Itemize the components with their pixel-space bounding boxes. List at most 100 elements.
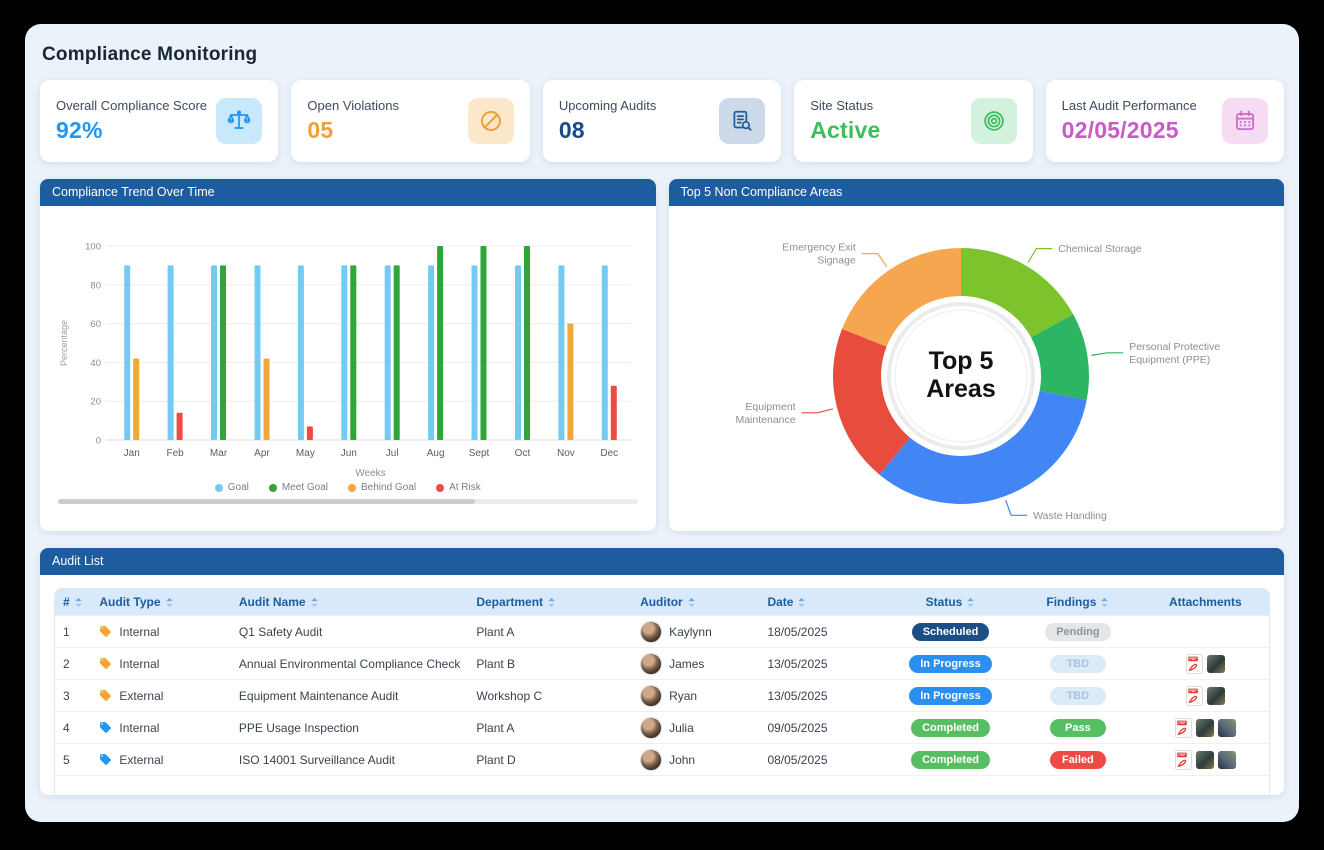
- bar-goal-feb: [168, 265, 174, 440]
- kpi-label: Site Status: [810, 98, 880, 113]
- cell-num: 3: [55, 680, 91, 712]
- cell-audit-type: External: [91, 680, 231, 712]
- legend-dot: [215, 484, 223, 492]
- tag-icon: [99, 689, 112, 702]
- trend-chart-legend: Goal Meet Goal Behind Goal At Risk: [52, 482, 644, 493]
- donut-label-line: [801, 409, 833, 413]
- cell-date: 13/05/2025: [759, 648, 886, 680]
- cell-attachments: PDF: [1142, 648, 1269, 680]
- column-header-status[interactable]: Status: [887, 589, 1014, 616]
- kpi-card-site-status: Site Status Active: [794, 80, 1032, 162]
- column-header-date[interactable]: Date: [759, 589, 886, 616]
- cell-num: 2: [55, 648, 91, 680]
- pdf-attachment-icon[interactable]: PDF: [1175, 718, 1192, 738]
- kpi-text: Site Status Active: [810, 98, 880, 144]
- kpi-label: Overall Compliance Score: [56, 98, 207, 113]
- sort-icon[interactable]: [1100, 597, 1109, 608]
- bar-goal-aug: [428, 265, 434, 440]
- bar-at-risk-dec: [611, 386, 617, 440]
- sort-icon[interactable]: [74, 597, 83, 608]
- legend-item-meet-goal[interactable]: Meet Goal: [269, 482, 328, 493]
- chart-scrollbar-thumb[interactable]: [58, 499, 475, 504]
- kpi-label: Last Audit Performance: [1062, 98, 1197, 113]
- photo-attachment-thumbnail[interactable]: [1196, 719, 1214, 737]
- photo-attachment-thumbnail[interactable]: [1207, 687, 1225, 705]
- kpi-card-open-violations: Open Violations05: [291, 80, 529, 162]
- audit-table-body: 1InternalQ1 Safety AuditPlant AKaylynn18…: [55, 616, 1269, 796]
- cell-attachments: PDF: [1142, 744, 1269, 776]
- sort-icon[interactable]: [310, 597, 319, 608]
- sort-icon[interactable]: [547, 597, 556, 608]
- legend-dot: [436, 484, 444, 492]
- sort-icon[interactable]: [687, 597, 696, 608]
- cell-department: Workshop C: [468, 680, 632, 712]
- svg-text:PDF: PDF: [1178, 721, 1186, 725]
- tag-icon: [99, 721, 112, 734]
- pdf-attachment-icon[interactable]: PDF: [1186, 654, 1203, 674]
- bar-at-risk-feb: [177, 413, 183, 440]
- findings-badge: Pending: [1045, 623, 1110, 641]
- cell-date: 13/05/2025: [759, 680, 886, 712]
- sort-icon[interactable]: [165, 597, 174, 608]
- scale-icon: [216, 98, 262, 144]
- bar-goal-may: [298, 265, 304, 440]
- top5-non-compliance-donut-chart: Chemical StoragePersonal ProtectiveEquip…: [669, 206, 1284, 528]
- legend-item-behind-goal[interactable]: Behind Goal: [348, 482, 416, 493]
- svg-text:PDF: PDF: [1189, 657, 1197, 661]
- audit-table-wrap: #Audit TypeAudit NameDepartmentAuditorDa…: [54, 588, 1270, 795]
- bar-behind-goal-nov: [567, 324, 573, 440]
- photo-attachment-thumbnail[interactable]: [1218, 751, 1236, 769]
- sort-icon[interactable]: [797, 597, 806, 608]
- kpi-value: 08: [559, 117, 657, 144]
- svg-text:Jun: Jun: [341, 448, 357, 459]
- column-header-department[interactable]: Department: [468, 589, 632, 616]
- svg-text:20: 20: [90, 397, 101, 408]
- photo-attachment-thumbnail[interactable]: [1218, 719, 1236, 737]
- kpi-text: Overall Compliance Score92%: [56, 98, 207, 144]
- cell-audit-name: ISO 14001 Surveillance Audit: [231, 744, 468, 776]
- cell-auditor: Ryan: [632, 680, 759, 712]
- legend-item-at-risk[interactable]: At Risk: [436, 482, 481, 493]
- empty-table-row: [55, 776, 1269, 796]
- photo-attachment-thumbnail[interactable]: [1207, 655, 1225, 673]
- audit-table-row: 5ExternalISO 14001 Surveillance AuditPla…: [55, 744, 1269, 776]
- status-badge: In Progress: [909, 655, 992, 673]
- column-header-audit-name[interactable]: Audit Name: [231, 589, 468, 616]
- pdf-attachment-icon[interactable]: PDF: [1186, 686, 1203, 706]
- cell-attachments: [1142, 616, 1269, 648]
- cell-auditor: John: [632, 744, 759, 776]
- svg-text:Weeks: Weeks: [355, 468, 385, 479]
- svg-text:PDF: PDF: [1178, 753, 1186, 757]
- pdf-attachment-icon[interactable]: PDF: [1175, 750, 1192, 770]
- status-badge: Scheduled: [912, 623, 990, 641]
- status-badge: In Progress: [909, 687, 992, 705]
- cell-auditor: Kaylynn: [632, 616, 759, 648]
- cell-num: 5: [55, 744, 91, 776]
- photo-attachment-thumbnail[interactable]: [1196, 751, 1214, 769]
- kpi-value: Active: [810, 117, 880, 144]
- column-header--[interactable]: #: [55, 589, 91, 616]
- prohibited-icon: [468, 98, 514, 144]
- findings-badge: Failed: [1050, 751, 1106, 769]
- sort-icon[interactable]: [966, 597, 975, 608]
- bar-goal-mar: [211, 265, 217, 440]
- cell-audit-type: External: [91, 744, 231, 776]
- legend-dot: [269, 484, 277, 492]
- compliance-trend-bar-chart: 020406080100PercentageJanFebMarAprMayJun…: [52, 218, 643, 482]
- column-header-audit-type[interactable]: Audit Type: [91, 589, 231, 616]
- bar-goal-jan: [124, 265, 130, 440]
- column-header-auditor[interactable]: Auditor: [632, 589, 759, 616]
- cell-auditor: James: [632, 648, 759, 680]
- cell-findings: Failed: [1014, 744, 1141, 776]
- cell-num: 1: [55, 616, 91, 648]
- cell-audit-name: Annual Environmental Compliance Check: [231, 648, 468, 680]
- legend-label: Goal: [228, 482, 249, 493]
- audit-document-icon: [719, 98, 765, 144]
- target-icon: [971, 98, 1017, 144]
- legend-item-goal[interactable]: Goal: [215, 482, 249, 493]
- column-header-findings[interactable]: Findings: [1014, 589, 1141, 616]
- bar-goal-oct: [515, 265, 521, 440]
- bar-meet-goal-mar: [220, 265, 226, 440]
- tag-icon: [99, 657, 112, 670]
- svg-text:PDF: PDF: [1189, 689, 1197, 693]
